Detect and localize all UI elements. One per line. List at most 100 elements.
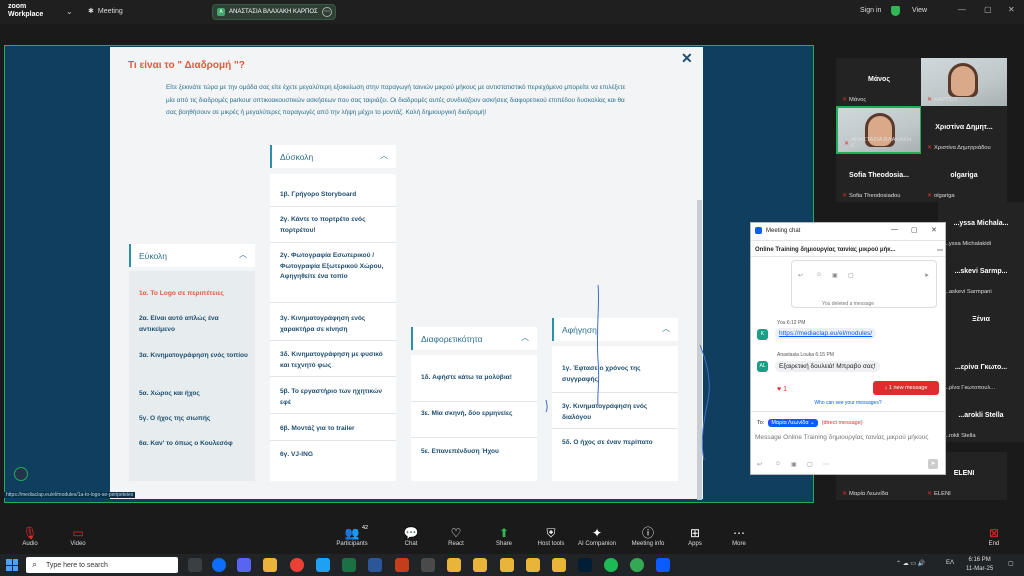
column-header-diversity[interactable]: Διαφορετικότητα ︿ [411,327,537,350]
list-item[interactable]: 3δ. Κινηματογράφηση με φυσικό και τεχνητ… [280,350,390,371]
participant-tile[interactable]: ✕ ΚΑΡΠΟΣ [921,58,1007,106]
chevron-down-icon[interactable]: ⌄ [66,7,73,16]
reply-icon[interactable]: ↩ [798,272,803,279]
column-header-easy[interactable]: Εύκολη ︿ [129,244,255,267]
meeting-menu[interactable]: ✱ Meeting [88,7,123,16]
folder-icon[interactable] [552,558,566,572]
system-tray-icons[interactable]: ⌃ ☁ ▭ 🔊 [896,560,925,567]
participant-tile[interactable]: ...skevi Sarmp... ...askevi Sarmpani [938,250,1024,298]
participant-tile[interactable]: Χριστίνα Δημητ... ✕ Χριστίνα Δημητριάδου [921,106,1007,154]
more-button[interactable]: ⋯ More [709,525,769,547]
folder-icon[interactable] [526,558,540,572]
send-icon[interactable]: ➤ [928,459,938,469]
list-item[interactable]: 5β. Το εργαστήριο των ηχητικών εφέ [280,387,390,408]
column-header-hard[interactable]: Δύσκολη ︿ [270,145,396,168]
who-can-see-link[interactable]: Who can see your messages? [751,400,945,406]
chevron-up-icon[interactable]: ︿ [380,150,388,161]
skype-icon[interactable] [212,558,226,572]
folder-icon[interactable] [500,558,514,572]
notification-icon[interactable]: ▢ [1008,560,1014,567]
annotate-pen-icon[interactable] [14,467,28,481]
new-message-button[interactable]: ↓ 1 new message [873,381,939,395]
end-button[interactable]: ⊠ End [964,525,1024,547]
chevron-up-icon[interactable]: ︿ [521,332,529,343]
powerpoint-icon[interactable] [395,558,409,572]
recipient-select[interactable]: Μαρία Λεωνίδα ⌄ [768,419,818,427]
list-item[interactable]: 3γ. Κινηματογράφηση ενός διαλόγου [562,402,672,423]
list-item[interactable]: 6β. Μοντάζ για το trailer [280,424,390,435]
list-item[interactable]: 5ε. Επανεπένδυση Ήχου [421,447,531,458]
edge-icon[interactable] [316,558,330,572]
message-link[interactable]: https://mediaclap.eu/el/modules/ [779,330,872,337]
message-link-bubble[interactable]: https://mediaclap.eu/el/modules/ [775,328,877,339]
maximize-icon[interactable]: ▢ [984,5,992,14]
image-icon[interactable]: ▣ [791,461,797,468]
participant-tile[interactable]: Μάνος ✕ Μάνος [836,58,922,106]
participant-tile[interactable]: Ξένια [938,298,1024,346]
minimize-icon[interactable]: — [958,5,966,14]
file-explorer-icon[interactable] [263,558,277,572]
chat-compose-input[interactable]: Message Online Training δημιουργίας ταιν… [755,433,941,443]
emoji-icon[interactable]: ☺ [775,461,781,467]
screenshot-icon[interactable]: ▢ [848,272,854,279]
excel-icon[interactable] [342,558,356,572]
list-item[interactable]: 6γ. VJ-ING [280,450,390,461]
list-item[interactable]: 5δ. Ο ήχος σε έναν περίπατο [562,438,672,449]
list-item[interactable]: 2α. Είναι αυτό απλώς ένα αντικείμενο [139,314,249,335]
participant-tile[interactable]: ...arokli Stella ...rokli Stella [938,394,1024,442]
modal-scrollbar[interactable] [697,200,702,500]
chrome-icon[interactable] [630,558,644,572]
shield-icon[interactable] [891,6,900,16]
word-icon[interactable] [368,558,382,572]
more-icon[interactable]: ⋯ [322,7,332,17]
list-item[interactable]: 3α. Κινηματογράφηση ενός τοπίου [139,351,249,362]
participant-tile-active-speaker[interactable]: ✕ ΑΝΑΣΤΑΣΙΑ ΒΛΑΧΑΚΗ Κ... [836,106,922,154]
chevron-up-icon[interactable]: ︿ [239,249,247,260]
photoshop-icon[interactable] [578,558,592,572]
screenshot-icon[interactable]: ▢ [807,461,813,468]
chevron-up-icon[interactable]: ︿ [662,323,670,334]
close-icon[interactable]: ✕ [681,50,693,67]
image-icon[interactable]: ▣ [832,272,838,279]
participant-tile[interactable]: ...ερίνα Γκωτο... ...ρίνα Γκωτοπουλ... [938,346,1024,394]
list-item[interactable]: 6α. Καν' το όπως ο Κουλεσόφ [139,439,249,450]
list-item[interactable]: 5α. Χώρος και ήχος [139,389,249,400]
list-item[interactable]: 1γ. Έφτασε ο χρόνος της συγγραφής [562,364,672,385]
teams-icon[interactable] [237,558,251,572]
list-item[interactable]: 3ε. Μία σκηνή, δύο ερμηνείες [421,409,531,420]
folder-icon[interactable] [473,558,487,572]
list-item[interactable]: 2γ. Κάντε το πορτρέτο ενός πορτρέτου! [280,215,390,236]
emoji-icon[interactable]: ☺ [816,272,822,278]
more-icon[interactable]: ⋯ [823,461,829,468]
maximize-icon[interactable]: ▢ [911,226,918,234]
sign-in-link[interactable]: Sign in [860,7,881,14]
list-item[interactable]: 5γ. Ο ήχος της σιωπής [139,414,249,425]
list-item[interactable]: 1δ. Αφήστε κάτω τα μολύβια! [421,373,531,384]
list-item[interactable]: 1β. Γρήγορο Storyboard [280,190,390,201]
screen-share-indicator[interactable]: A ΑΝΑΣΤΑΣΙΑ ΒΛΑΧΑΚΗ ΚΑΡΠΟΣ ⋯ [212,4,336,20]
participant-tile[interactable]: Sofia Theodosia... ✕ Sofia Theodosiadou [836,154,922,202]
list-item[interactable]: 3γ. Κινηματογράφηση ενός χαρακτήρα σε κί… [280,314,390,335]
minimize-icon[interactable]: — [891,226,898,233]
folder-icon[interactable] [447,558,461,572]
taskbar-search[interactable]: ⌕ Type here to search [26,557,178,573]
language-indicator[interactable]: EΛ [946,560,954,566]
view-menu[interactable]: View [912,7,927,14]
task-view-icon[interactable] [188,558,202,572]
message-bubble[interactable]: Εξαιρετική δουλειά! Μπραβο σας! [775,361,880,372]
format-icon[interactable]: ↩ [757,461,762,468]
participants-button[interactable]: 👥 42 Participants [322,525,382,547]
spotify-icon[interactable] [604,558,618,572]
more-icon[interactable]: ⋯ [937,247,943,254]
column-header-narration[interactable]: Αφήγηση ︿ [552,318,678,341]
participant-tile[interactable]: olgariga ✕ olgariga [921,154,1007,202]
windows-start-icon[interactable] [6,559,18,571]
send-icon[interactable]: ➤ [924,272,929,279]
list-item[interactable]: 2γ. Φωτογραφία Εσωτερικού / Φωτογραφία Ε… [280,251,390,283]
taskbar-clock[interactable]: 6:16 PM 11-Mar-25 [966,556,993,574]
participant-tile[interactable]: ...yssa Michala... ...yssa Michalakidi [938,202,1024,250]
app-icon[interactable] [421,558,435,572]
chrome-icon[interactable] [290,558,304,572]
list-item[interactable]: 1α. Το Logo σε περιπέτειες [139,289,249,300]
zoom-icon[interactable] [656,558,670,572]
